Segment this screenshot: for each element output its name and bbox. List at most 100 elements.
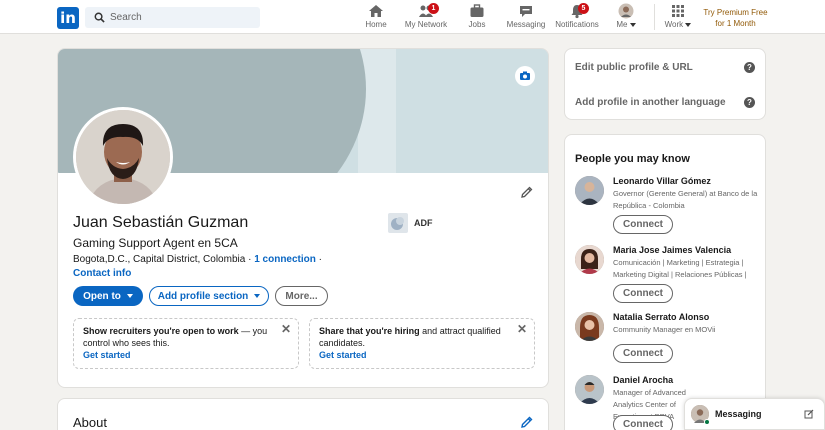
avatar[interactable] (575, 312, 604, 341)
caret-down-icon (254, 294, 261, 298)
person-headline: Comunicación | Marketing | Estrategia | … (613, 258, 747, 279)
notice-2-heading: Share that you're hiring (319, 326, 420, 336)
people-you-may-know-card: People you may know Leonardo Villar Góme… (564, 134, 766, 430)
premium-line-1: Try Premium Free (703, 8, 768, 17)
add-profile-section-label: Add profile section (157, 290, 249, 302)
messaging-icon (520, 6, 532, 17)
search-box[interactable]: Search (85, 7, 260, 28)
profile-name: Juan Sebastián Guzman (73, 214, 249, 231)
organization-logo-image (391, 217, 404, 230)
open-to-label: Open to (83, 290, 121, 302)
chevron-down-icon (629, 22, 636, 27)
network-badge: 1 (428, 3, 439, 14)
add-profile-section-button[interactable]: Add profile section (149, 286, 269, 306)
profile-photo[interactable] (73, 107, 173, 207)
profile-settings-card: Edit public profile & URL ? Add profile … (564, 48, 766, 120)
about-card: About (57, 398, 549, 430)
grid-icon (672, 5, 684, 17)
search-input[interactable]: Search (110, 12, 142, 23)
list-item: Maria Jose Jaimes Valencia Comunicación … (575, 245, 755, 305)
person-headline: Community Manager en MOVii (613, 325, 716, 334)
person-name[interactable]: Natalia Serrato Alonso (613, 312, 709, 322)
separator-dot: · (318, 254, 323, 265)
open-to-work-notice: ✕ Show recruiters you're open to work — … (73, 318, 299, 369)
connect-button[interactable]: Connect (613, 344, 673, 363)
nav-messaging[interactable]: Messaging (505, 3, 547, 29)
home-icon (369, 5, 383, 17)
help-icon[interactable]: ? (744, 97, 755, 108)
close-icon[interactable]: ✕ (517, 323, 527, 335)
edit-about-pencil-icon[interactable] (520, 415, 534, 429)
avatar[interactable] (575, 176, 604, 205)
hiring-notice: ✕ Share that you're hiring and attract q… (309, 318, 535, 369)
nav-my-network[interactable]: 1 My Network (403, 3, 449, 29)
nav-jobs[interactable]: Jobs (465, 3, 489, 29)
add-language-profile-link[interactable]: Add profile in another language (575, 97, 726, 108)
person-headline: Governor (Gerente General) at Banco de l… (613, 189, 758, 210)
get-started-link[interactable]: Get started (83, 349, 289, 361)
search-icon (94, 12, 105, 23)
close-icon[interactable]: ✕ (281, 323, 291, 335)
person-name[interactable]: Daniel Arocha (613, 375, 673, 385)
nav-messaging-label: Messaging (506, 20, 546, 29)
edit-banner-button[interactable] (515, 66, 535, 86)
connect-button[interactable]: Connect (613, 284, 673, 303)
open-to-button[interactable]: Open to (73, 286, 143, 306)
messaging-dock[interactable]: Messaging (684, 398, 825, 430)
profile-card: Juan Sebastián Guzman Gaming Support Age… (57, 48, 549, 388)
notice-1-heading: Show recruiters you're open to work (83, 326, 239, 336)
nav-work-label: Work (664, 20, 692, 29)
top-nav: in Search Home 1 My Network Jobs Messagi… (0, 0, 825, 34)
chevron-down-icon (685, 22, 692, 27)
profile-headline: Gaming Support Agent en 5CA (73, 236, 238, 250)
premium-line-2: for 1 Month (715, 19, 756, 28)
compose-message-icon[interactable] (804, 409, 814, 419)
current-organization[interactable]: ADF (388, 213, 433, 233)
nav-jobs-label: Jobs (468, 20, 486, 29)
list-item: Leonardo Villar Gómez Governor (Gerente … (575, 176, 758, 236)
avatar (618, 3, 634, 19)
linkedin-logo[interactable]: in (57, 7, 79, 29)
organization-name: ADF (414, 218, 433, 228)
avatar-image (575, 245, 604, 274)
list-item: Natalia Serrato Alonso Community Manager… (575, 312, 755, 364)
about-title: About (73, 415, 107, 430)
connect-button[interactable]: Connect (613, 215, 673, 234)
nav-notifications[interactable]: 5 Notifications (553, 3, 601, 29)
profile-location-line: Bogota,D.C., Capital District, Colombia … (73, 254, 322, 265)
nav-divider (654, 4, 655, 30)
nav-me[interactable]: Me (614, 3, 638, 29)
help-icon[interactable]: ? (744, 62, 755, 73)
organization-logo (388, 213, 408, 233)
contact-info-link[interactable]: Contact info (73, 268, 131, 279)
camera-icon (520, 71, 530, 80)
nav-home[interactable]: Home (362, 3, 390, 29)
avatar[interactable] (575, 245, 604, 274)
nav-work[interactable]: Work (664, 3, 692, 29)
profile-photo-image (76, 110, 170, 204)
messaging-label: Messaging (715, 409, 762, 419)
nav-home-label: Home (365, 20, 387, 29)
online-status-indicator (704, 419, 710, 425)
avatar[interactable] (575, 375, 604, 404)
pymk-title: People you may know (575, 153, 690, 165)
connections-link[interactable]: 1 connection (254, 254, 316, 265)
person-name[interactable]: Maria Jose Jaimes Valencia (613, 245, 731, 255)
caret-down-icon (126, 294, 133, 298)
get-started-link[interactable]: Get started (319, 349, 525, 361)
avatar-image (575, 375, 604, 404)
premium-link[interactable]: Try Premium Free for 1 Month (698, 7, 773, 29)
person-name[interactable]: Leonardo Villar Gómez (613, 176, 711, 186)
avatar-image (575, 312, 604, 341)
avatar-image (575, 176, 604, 205)
nav-my-network-label: My Network (404, 20, 448, 29)
notifications-badge: 5 (578, 3, 589, 14)
more-button[interactable]: More... (275, 286, 328, 306)
connect-button[interactable]: Connect (613, 415, 673, 430)
edit-public-profile-link[interactable]: Edit public profile & URL (575, 62, 693, 73)
profile-location: Bogota,D.C., Capital District, Colombia (73, 254, 246, 265)
nav-notifications-label: Notifications (555, 20, 599, 29)
briefcase-icon (470, 4, 484, 17)
separator-dot: · (248, 254, 252, 265)
edit-intro-pencil-icon[interactable] (520, 185, 534, 199)
